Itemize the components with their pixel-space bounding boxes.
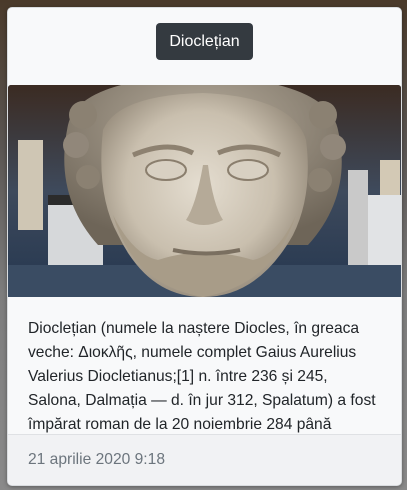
card-footer: 21 aprilie 2020 9:18: [8, 434, 401, 485]
article-image[interactable]: [8, 85, 401, 297]
timestamp: 21 aprilie 2020 9:18: [28, 451, 165, 468]
article-excerpt: Dioclețian (numele la naștere Diocles, î…: [8, 297, 401, 434]
excerpt-text: Dioclețian (numele la naștere Diocles, î…: [28, 320, 376, 433]
article-title-button[interactable]: Dioclețian: [156, 23, 253, 60]
article-card[interactable]: Dioclețian Dioclețian (numele la naștere…: [7, 7, 402, 486]
card-header: Dioclețian: [8, 8, 401, 85]
bust-illustration: [8, 85, 401, 297]
